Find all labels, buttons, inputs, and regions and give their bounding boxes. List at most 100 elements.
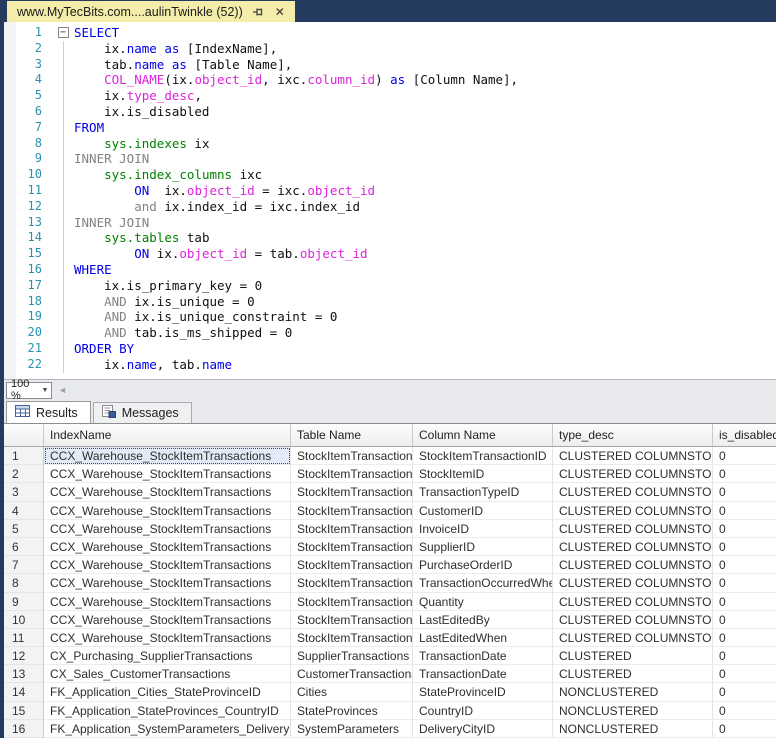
grid-cell[interactable]: CustomerTransactions (291, 665, 413, 683)
grid-cell[interactable]: CCX_Warehouse_StockItemTransactions (44, 556, 291, 574)
row-number[interactable]: 14 (4, 683, 44, 701)
grid-cell[interactable]: 0 (713, 483, 776, 501)
grid-cell[interactable]: CLUSTERED COLUMNSTORE (553, 538, 713, 556)
grid-column-header[interactable]: IndexName (44, 424, 291, 446)
grid-column-header[interactable]: Column Name (413, 424, 553, 446)
row-number[interactable]: 13 (4, 665, 44, 683)
tab-messages[interactable]: Messages (93, 402, 192, 423)
grid-cell[interactable]: 0 (713, 720, 776, 738)
grid-cell[interactable]: StockItemTransactions (291, 629, 413, 647)
grid-cell[interactable]: StockItemTransactions (291, 574, 413, 592)
grid-cell[interactable]: StockItemID (413, 465, 553, 483)
grid-cell[interactable]: SupplierTransactions (291, 647, 413, 665)
grid-cell[interactable]: 0 (713, 520, 776, 538)
grid-cell[interactable]: CCX_Warehouse_StockItemTransactions (44, 574, 291, 592)
grid-cell[interactable]: 0 (713, 574, 776, 592)
grid-cell[interactable]: CLUSTERED COLUMNSTORE (553, 629, 713, 647)
grid-cell[interactable]: CLUSTERED (553, 665, 713, 683)
grid-cell[interactable]: 0 (713, 629, 776, 647)
grid-cell[interactable]: TransactionTypeID (413, 483, 553, 501)
zoom-select[interactable]: 100 % ▼ (6, 382, 52, 399)
grid-cell[interactable]: DeliveryCityID (413, 720, 553, 738)
row-number[interactable]: 4 (4, 502, 44, 520)
grid-cell[interactable]: InvoiceID (413, 520, 553, 538)
grid-cell[interactable]: LastEditedBy (413, 611, 553, 629)
grid-cell[interactable]: CCX_Warehouse_StockItemTransactions (44, 465, 291, 483)
grid-cell[interactable]: CLUSTERED COLUMNSTORE (553, 611, 713, 629)
pin-icon[interactable] (251, 5, 265, 19)
grid-cell[interactable]: StockItemTransactions (291, 520, 413, 538)
grid-cell[interactable]: CLUSTERED COLUMNSTORE (553, 483, 713, 501)
grid-cell[interactable]: NONCLUSTERED (553, 683, 713, 701)
document-tab[interactable]: www.MyTecBits.com....aulinTwinkle (52)) … (7, 1, 295, 22)
row-number[interactable]: 9 (4, 593, 44, 611)
grid-cell[interactable]: CCX_Warehouse_StockItemTransactions (44, 483, 291, 501)
grid-cell[interactable]: CLUSTERED COLUMNSTORE (553, 574, 713, 592)
grid-cell[interactable]: 0 (713, 502, 776, 520)
grid-cell[interactable]: SupplierID (413, 538, 553, 556)
grid-cell[interactable]: CCX_Warehouse_StockItemTransactions (44, 447, 291, 465)
grid-cell[interactable]: CLUSTERED COLUMNSTORE (553, 556, 713, 574)
grid-cell[interactable]: CLUSTERED COLUMNSTORE (553, 447, 713, 465)
grid-cell[interactable]: CX_Purchasing_SupplierTransactions (44, 647, 291, 665)
row-number[interactable]: 5 (4, 520, 44, 538)
grid-cell[interactable]: CCX_Warehouse_StockItemTransactions (44, 629, 291, 647)
row-number[interactable]: 8 (4, 574, 44, 592)
collapse-region-icon[interactable]: − (58, 27, 69, 38)
grid-cell[interactable]: CCX_Warehouse_StockItemTransactions (44, 611, 291, 629)
grid-cell[interactable]: FK_Application_Cities_StateProvinceID (44, 683, 291, 701)
grid-cell[interactable]: PurchaseOrderID (413, 556, 553, 574)
grid-cell[interactable]: 0 (713, 465, 776, 483)
grid-cell[interactable]: 0 (713, 702, 776, 720)
grid-cell[interactable]: CLUSTERED COLUMNSTORE (553, 502, 713, 520)
grid-column-header[interactable]: is_disabled (713, 424, 776, 446)
scroll-left-arrow-icon[interactable]: ◄ (58, 385, 67, 395)
grid-cell[interactable]: StockItemTransactions (291, 447, 413, 465)
grid-corner-cell[interactable] (4, 424, 44, 446)
grid-cell[interactable]: CLUSTERED COLUMNSTORE (553, 520, 713, 538)
grid-cell[interactable]: Quantity (413, 593, 553, 611)
grid-cell[interactable]: StockItemTransactions (291, 465, 413, 483)
grid-cell[interactable]: StockItemTransactions (291, 556, 413, 574)
grid-cell[interactable]: StateProvinceID (413, 683, 553, 701)
grid-cell[interactable]: TransactionOccurredWhen (413, 574, 553, 592)
row-number[interactable]: 6 (4, 538, 44, 556)
row-number[interactable]: 10 (4, 611, 44, 629)
grid-cell[interactable]: SystemParameters (291, 720, 413, 738)
grid-column-header[interactable]: type_desc (553, 424, 713, 446)
grid-cell[interactable]: StockItemTransactions (291, 538, 413, 556)
row-number[interactable]: 2 (4, 465, 44, 483)
grid-cell[interactable]: CCX_Warehouse_StockItemTransactions (44, 502, 291, 520)
grid-cell[interactable]: 0 (713, 593, 776, 611)
grid-cell[interactable]: 0 (713, 538, 776, 556)
grid-cell[interactable]: CLUSTERED COLUMNSTORE (553, 465, 713, 483)
grid-cell[interactable]: 0 (713, 447, 776, 465)
grid-cell[interactable]: StockItemTransactions (291, 483, 413, 501)
grid-cell[interactable]: 0 (713, 683, 776, 701)
row-number[interactable]: 12 (4, 647, 44, 665)
row-number[interactable]: 16 (4, 720, 44, 738)
grid-cell[interactable]: LastEditedWhen (413, 629, 553, 647)
grid-cell[interactable]: CLUSTERED (553, 647, 713, 665)
grid-cell[interactable]: FK_Application_StateProvinces_CountryID (44, 702, 291, 720)
grid-cell[interactable]: CLUSTERED COLUMNSTORE (553, 593, 713, 611)
grid-cell[interactable]: NONCLUSTERED (553, 702, 713, 720)
grid-column-header[interactable]: Table Name (291, 424, 413, 446)
grid-cell[interactable]: TransactionDate (413, 647, 553, 665)
grid-cell[interactable]: FK_Application_SystemParameters_Delivery… (44, 720, 291, 738)
grid-cell[interactable]: 0 (713, 665, 776, 683)
grid-cell[interactable]: Cities (291, 683, 413, 701)
tab-results[interactable]: Results (6, 401, 91, 423)
grid-cell[interactable]: 0 (713, 611, 776, 629)
grid-cell[interactable]: CustomerID (413, 502, 553, 520)
grid-cell[interactable]: StockItemTransactions (291, 593, 413, 611)
grid-cell[interactable]: CountryID (413, 702, 553, 720)
sql-editor[interactable]: 1−SELECT2 ix.name as [IndexName],3 tab.n… (4, 22, 776, 379)
row-number[interactable]: 15 (4, 702, 44, 720)
close-icon[interactable]: ✕ (273, 5, 287, 19)
grid-cell[interactable]: 0 (713, 556, 776, 574)
row-number[interactable]: 1 (4, 447, 44, 465)
chevron-down-icon[interactable]: ▼ (39, 387, 51, 394)
row-number[interactable]: 11 (4, 629, 44, 647)
grid-cell[interactable]: CCX_Warehouse_StockItemTransactions (44, 520, 291, 538)
